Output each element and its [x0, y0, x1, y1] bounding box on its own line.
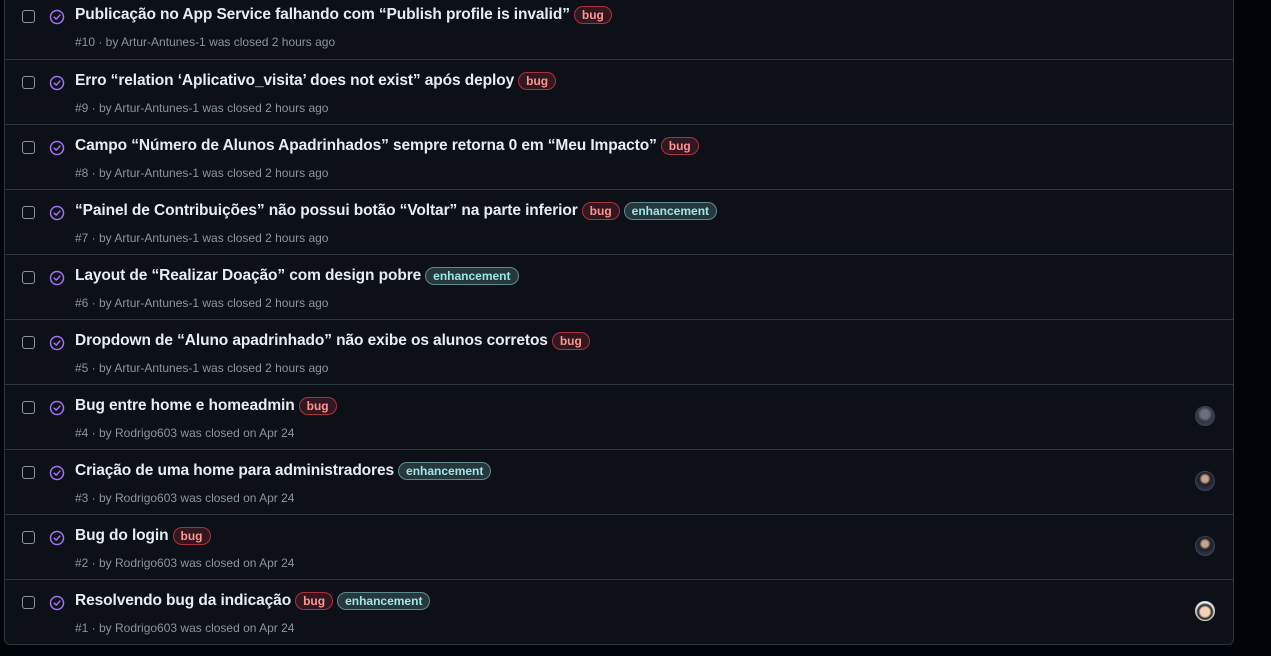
issue-title-link[interactable]: Publicação no App Service falhando com “… [75, 6, 570, 24]
issue-title-line: Bug do login bug [75, 527, 211, 545]
issue-select-checkbox[interactable] [22, 271, 35, 284]
issue-title-line: Resolvendo bug da indicação bug enhancemen… [75, 592, 431, 610]
label-enhancement[interactable]: enhancement [398, 462, 492, 480]
issue-select-checkbox[interactable] [22, 206, 35, 219]
issue-closed-icon [49, 205, 65, 221]
label-enhancement[interactable]: enhancement [337, 592, 431, 610]
issue-select-checkbox[interactable] [22, 10, 35, 23]
issue-row: Layout de “Realizar Doação” com design p… [5, 254, 1233, 319]
issue-row: Bug entre home e homeadmin bug #4 · by Rod… [5, 384, 1233, 449]
label-bug[interactable]: bug [573, 6, 612, 24]
issue-closed-icon [49, 400, 65, 416]
assignee-avatar[interactable] [1195, 471, 1215, 491]
issue-closed-icon [49, 465, 65, 481]
issue-closed-icon [49, 595, 65, 611]
issue-row: Publicação no App Service falhando com “… [5, 0, 1233, 59]
issue-title-link[interactable]: “Painel de Contribuições” não possui bot… [75, 202, 578, 220]
issue-title-link[interactable]: Layout de “Realizar Doação” com design p… [75, 267, 421, 285]
issue-select-checkbox[interactable] [22, 336, 35, 349]
label-bug[interactable]: bug [518, 72, 557, 90]
issue-select-checkbox[interactable] [22, 401, 35, 414]
issue-select-checkbox[interactable] [22, 531, 35, 544]
label-bug[interactable]: bug [551, 332, 590, 350]
issue-title-link[interactable]: Resolvendo bug da indicação [75, 592, 291, 610]
issue-meta: #8 · by Artur-Antunes-1 was closed 2 hou… [75, 166, 329, 180]
issue-closed-icon [49, 335, 65, 351]
issue-meta: #6 · by Artur-Antunes-1 was closed 2 hou… [75, 296, 329, 310]
issue-row: Bug do login bug #2 · by Rodrigo603 was cl… [5, 514, 1233, 579]
label-bug[interactable]: bug [295, 592, 334, 610]
issue-title-line: “Painel de Contribuições” não possui bot… [75, 202, 718, 220]
issue-meta: #4 · by Rodrigo603 was closed on Apr 24 [75, 426, 295, 440]
issue-closed-icon [49, 9, 65, 25]
issues-list: Publicação no App Service falhando com “… [4, 0, 1234, 645]
issue-title-link[interactable]: Bug entre home e homeadmin [75, 397, 295, 415]
assignee-avatar[interactable] [1195, 601, 1215, 621]
issue-title-link[interactable]: Campo “Número de Alunos Apadrinhados” se… [75, 137, 657, 155]
issue-title-link[interactable]: Bug do login [75, 527, 169, 545]
issue-title-line: Criação de uma home para administradores… [75, 462, 492, 480]
issue-title-link[interactable]: Criação de uma home para administradores [75, 462, 394, 480]
issue-select-checkbox[interactable] [22, 76, 35, 89]
issue-select-checkbox[interactable] [22, 466, 35, 479]
issue-row: Erro “relation ‘Aplicativo_visita’ does … [5, 59, 1233, 124]
assignee-avatar[interactable] [1195, 536, 1215, 556]
issue-closed-icon [49, 75, 65, 91]
label-bug[interactable]: bug [660, 137, 699, 155]
issue-row: Resolvendo bug da indicação bug enhancemen… [5, 579, 1233, 644]
issue-closed-icon [49, 530, 65, 546]
label-bug[interactable]: bug [298, 397, 337, 415]
issue-title-link[interactable]: Dropdown de “Aluno apadrinhado” não exib… [75, 332, 548, 350]
label-enhancement[interactable]: enhancement [425, 267, 519, 285]
issue-meta: #5 · by Artur-Antunes-1 was closed 2 hou… [75, 361, 329, 375]
issue-row: Campo “Número de Alunos Apadrinhados” se… [5, 124, 1233, 189]
issue-title-line: Bug entre home e homeadmin bug [75, 397, 337, 415]
issue-row: “Painel de Contribuições” não possui bot… [5, 189, 1233, 254]
issue-row: Dropdown de “Aluno apadrinhado” não exib… [5, 319, 1233, 384]
issue-select-checkbox[interactable] [22, 596, 35, 609]
issue-select-checkbox[interactable] [22, 141, 35, 154]
issue-title-line: Dropdown de “Aluno apadrinhado” não exib… [75, 332, 590, 350]
issue-meta: #9 · by Artur-Antunes-1 was closed 2 hou… [75, 101, 329, 115]
issue-meta: #2 · by Rodrigo603 was closed on Apr 24 [75, 556, 295, 570]
issue-meta: #1 · by Rodrigo603 was closed on Apr 24 [75, 621, 295, 635]
issue-title-line: Publicação no App Service falhando com “… [75, 6, 612, 24]
issue-meta: #10 · by Artur-Antunes-1 was closed 2 ho… [75, 35, 336, 49]
label-enhancement[interactable]: enhancement [623, 202, 718, 220]
issue-title-line: Campo “Número de Alunos Apadrinhados” se… [75, 137, 699, 155]
label-bug[interactable]: bug [581, 202, 620, 220]
issue-meta: #3 · by Rodrigo603 was closed on Apr 24 [75, 491, 295, 505]
assignee-avatar[interactable] [1195, 406, 1215, 426]
issue-title-line: Layout de “Realizar Doação” com design p… [75, 267, 519, 285]
issue-closed-icon [49, 140, 65, 156]
label-bug[interactable]: bug [172, 527, 211, 545]
issue-title-link[interactable]: Erro “relation ‘Aplicativo_visita’ does … [75, 72, 514, 90]
issue-meta: #7 · by Artur-Antunes-1 was closed 2 hou… [75, 231, 329, 245]
issue-closed-icon [49, 270, 65, 286]
issue-row: Criação de uma home para administradores… [5, 449, 1233, 514]
issue-title-line: Erro “relation ‘Aplicativo_visita’ does … [75, 72, 557, 90]
